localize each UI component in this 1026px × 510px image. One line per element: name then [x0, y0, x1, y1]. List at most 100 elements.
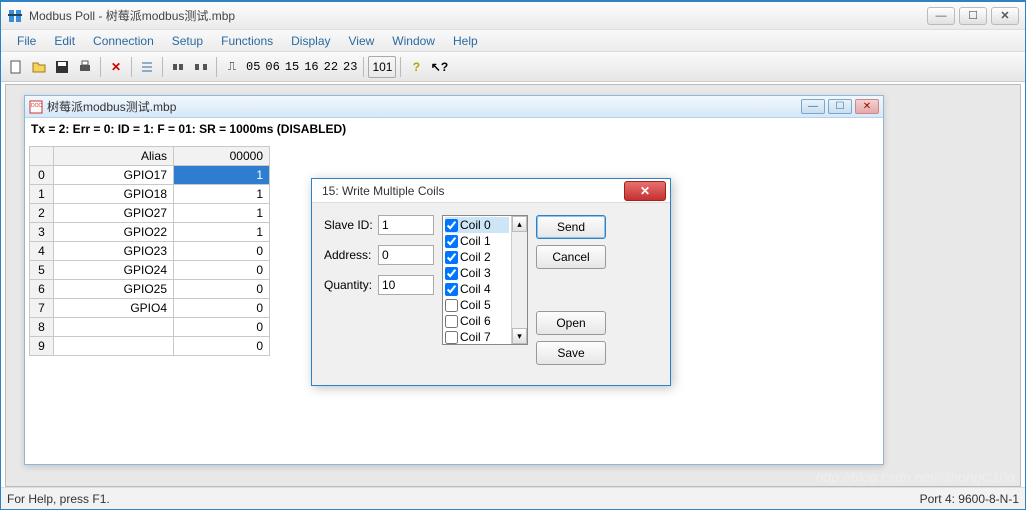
cancel-button[interactable]: Cancel — [536, 245, 606, 269]
alias-cell[interactable]: GPIO25 — [54, 280, 174, 299]
coil-checkbox[interactable] — [445, 235, 458, 248]
close-button[interactable]: ✕ — [991, 7, 1019, 25]
coil-checkbox[interactable] — [445, 299, 458, 312]
table-row[interactable]: 1 GPIO18 1 — [30, 185, 270, 204]
main-titlebar[interactable]: Modbus Poll - 树莓派modbus测试.mbp — ☐ ✕ — [1, 2, 1025, 30]
func-101[interactable]: 101 — [368, 56, 396, 78]
mdi-titlebar[interactable]: DOC 树莓派modbus测试.mbp — ☐ ✕ — [25, 96, 883, 118]
func-23[interactable]: 23 — [341, 60, 359, 74]
coil-item[interactable]: Coil 2 — [445, 249, 509, 265]
alias-cell[interactable]: GPIO23 — [54, 242, 174, 261]
alias-cell[interactable] — [54, 318, 174, 337]
quantity-input[interactable] — [378, 275, 434, 295]
coil-checkbox[interactable] — [445, 283, 458, 296]
menu-display[interactable]: Display — [283, 32, 338, 50]
coil-item[interactable]: Coil 6 — [445, 313, 509, 329]
coil-checkbox[interactable] — [445, 251, 458, 264]
value-cell[interactable]: 1 — [174, 185, 270, 204]
disconnect-button[interactable] — [190, 56, 212, 78]
value-cell[interactable]: 0 — [174, 242, 270, 261]
connect-button[interactable] — [167, 56, 189, 78]
dialog-titlebar[interactable]: 15: Write Multiple Coils ✕ — [312, 179, 670, 203]
alias-cell[interactable]: GPIO22 — [54, 223, 174, 242]
scrollbar[interactable]: ▴ ▾ — [511, 216, 527, 344]
menu-window[interactable]: Window — [384, 32, 443, 50]
table-row[interactable]: 0 GPIO17 1 — [30, 166, 270, 185]
print-button[interactable] — [74, 56, 96, 78]
send-button[interactable]: Send — [536, 215, 606, 239]
list-button[interactable] — [136, 56, 158, 78]
value-cell[interactable]: 0 — [174, 280, 270, 299]
value-cell[interactable]: 0 — [174, 337, 270, 356]
mdi-close-button[interactable]: ✕ — [855, 99, 879, 114]
coil-item[interactable]: Coil 1 — [445, 233, 509, 249]
coil-item[interactable]: Coil 4 — [445, 281, 509, 297]
slave-id-input[interactable] — [378, 215, 434, 235]
mdi-minimize-button[interactable]: — — [801, 99, 825, 114]
menu-functions[interactable]: Functions — [213, 32, 281, 50]
alias-cell[interactable]: GPIO18 — [54, 185, 174, 204]
coil-item[interactable]: Coil 3 — [445, 265, 509, 281]
table-row[interactable]: 8 0 — [30, 318, 270, 337]
value-cell[interactable]: 0 — [174, 261, 270, 280]
alias-cell[interactable]: GPIO24 — [54, 261, 174, 280]
value-cell[interactable]: 0 — [174, 318, 270, 337]
data-grid[interactable]: Alias 00000 0 GPIO17 11 GPIO18 12 GPIO27… — [29, 146, 270, 356]
menu-connection[interactable]: Connection — [85, 32, 162, 50]
coil-item[interactable]: Coil 5 — [445, 297, 509, 313]
alias-cell[interactable]: GPIO17 — [54, 166, 174, 185]
table-row[interactable]: 7 GPIO4 0 — [30, 299, 270, 318]
table-row[interactable]: 3 GPIO22 1 — [30, 223, 270, 242]
alias-cell[interactable]: GPIO27 — [54, 204, 174, 223]
pulse-button[interactable]: ⎍ — [221, 56, 243, 78]
func-22[interactable]: 22 — [322, 60, 340, 74]
coil-checkbox[interactable] — [445, 331, 458, 344]
func-05[interactable]: 05 — [244, 60, 262, 74]
mdi-maximize-button[interactable]: ☐ — [828, 99, 852, 114]
menu-setup[interactable]: Setup — [164, 32, 211, 50]
value-cell[interactable]: 1 — [174, 223, 270, 242]
header-value[interactable]: 00000 — [174, 147, 270, 166]
func-15[interactable]: 15 — [283, 60, 301, 74]
save-button[interactable] — [51, 56, 73, 78]
write-multiple-coils-dialog[interactable]: 15: Write Multiple Coils ✕ Slave ID: Add… — [311, 178, 671, 386]
coil-checkbox[interactable] — [445, 267, 458, 280]
open-button[interactable]: Open — [536, 311, 606, 335]
table-row[interactable]: 5 GPIO24 0 — [30, 261, 270, 280]
minimize-button[interactable]: — — [927, 7, 955, 25]
save-button[interactable]: Save — [536, 341, 606, 365]
open-button[interactable] — [28, 56, 50, 78]
alias-cell[interactable]: GPIO4 — [54, 299, 174, 318]
menu-view[interactable]: View — [341, 32, 383, 50]
menu-file[interactable]: File — [9, 32, 44, 50]
menu-edit[interactable]: Edit — [46, 32, 83, 50]
table-row[interactable]: 4 GPIO23 0 — [30, 242, 270, 261]
scroll-down[interactable]: ▾ — [512, 328, 527, 344]
value-cell[interactable]: 0 — [174, 299, 270, 318]
table-row[interactable]: 2 GPIO27 1 — [30, 204, 270, 223]
func-16[interactable]: 16 — [302, 60, 320, 74]
context-help-button[interactable]: ↖? — [428, 56, 450, 78]
scroll-track[interactable] — [512, 232, 527, 328]
coil-item[interactable]: Coil 0 — [445, 217, 509, 233]
delete-button[interactable]: ✕ — [105, 56, 127, 78]
address-input[interactable] — [378, 245, 434, 265]
new-button[interactable] — [5, 56, 27, 78]
maximize-button[interactable]: ☐ — [959, 7, 987, 25]
value-cell[interactable]: 1 — [174, 166, 270, 185]
table-row[interactable]: 6 GPIO25 0 — [30, 280, 270, 299]
menu-help[interactable]: Help — [445, 32, 486, 50]
table-row[interactable]: 9 0 — [30, 337, 270, 356]
dialog-close-button[interactable]: ✕ — [624, 181, 666, 201]
scroll-up[interactable]: ▴ — [512, 216, 527, 232]
coil-listbox[interactable]: Coil 0Coil 1Coil 2Coil 3Coil 4Coil 5Coil… — [442, 215, 528, 345]
toolbar: ✕ ⎍ 05 06 15 16 22 23 101 ? ↖? — [1, 52, 1025, 82]
alias-cell[interactable] — [54, 337, 174, 356]
header-alias[interactable]: Alias — [54, 147, 174, 166]
coil-checkbox[interactable] — [445, 315, 458, 328]
coil-checkbox[interactable] — [445, 219, 458, 232]
func-06[interactable]: 06 — [263, 60, 281, 74]
value-cell[interactable]: 1 — [174, 204, 270, 223]
help-button[interactable]: ? — [405, 56, 427, 78]
coil-item[interactable]: Coil 7 — [445, 329, 509, 345]
